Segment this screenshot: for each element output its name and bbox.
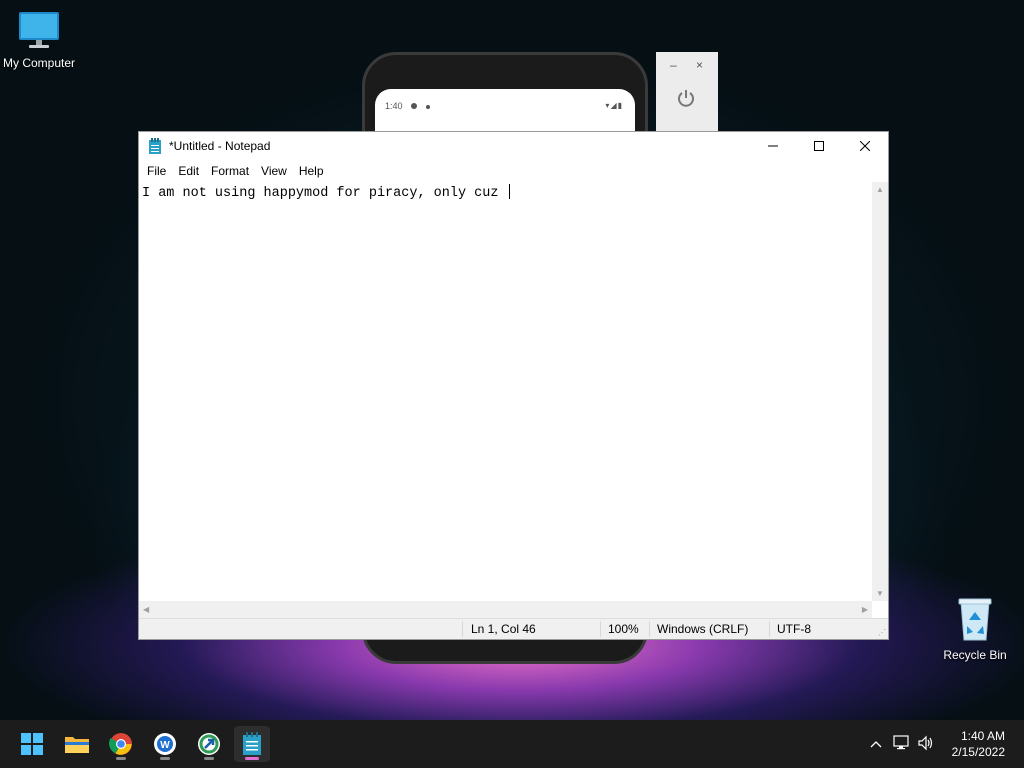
menu-help[interactable]: Help [293,164,330,178]
maximize-button[interactable] [796,132,842,160]
signal-battery-icon: ▾◢▮ [605,101,623,110]
taskbar-app-green[interactable] [191,726,227,762]
green-arrow-app-icon [198,733,220,755]
minimize-icon [768,145,778,147]
desktop-icon-my-computer[interactable]: My Computer [0,10,78,70]
emulator-minimize-button[interactable]: – [670,58,677,72]
power-icon[interactable] [676,88,696,108]
menu-view[interactable]: View [255,164,293,178]
status-cursor-position: Ln 1, Col 46 [471,622,536,636]
maximize-icon [814,141,824,151]
monitor-icon [19,12,59,48]
active-indicator [245,757,259,760]
editor-content: I am not using happymod for piracy, only… [142,186,507,201]
resize-grip-icon[interactable]: ⋰ [878,628,886,637]
taskbar-file-explorer[interactable] [59,726,95,762]
status-zoom: 100% [608,622,639,636]
taskbar-app-w[interactable]: W [147,726,183,762]
system-tray [866,720,938,768]
title-bar[interactable]: *Untitled - Notepad [139,132,888,160]
phone-status-time: 1:40 [385,101,403,111]
status-encoding: UTF-8 [777,622,811,636]
status-separator [600,621,601,637]
window-title: *Untitled - Notepad [169,139,271,153]
notepad-icon [149,138,161,154]
text-editor[interactable]: I am not using happymod for piracy, only… [139,182,872,601]
clock-time: 1:40 AM [960,729,1005,743]
close-button[interactable] [842,132,888,160]
taskbar-notepad[interactable] [234,726,270,762]
taskbar-chrome[interactable] [103,726,139,762]
menu-bar: File Edit Format View Help [139,160,888,182]
clock-date: 2/15/2022 [951,745,1005,759]
scroll-down-arrow-icon[interactable]: ▼ [876,589,884,598]
status-separator [462,621,463,637]
horizontal-scrollbar[interactable]: ◀ ▶ [139,601,872,619]
text-caret [508,184,510,199]
running-indicator [116,757,126,760]
running-indicator [160,757,170,760]
menu-edit[interactable]: Edit [172,164,205,178]
blue-w-app-icon: W [154,733,176,755]
scroll-left-arrow-icon[interactable]: ◀ [143,605,149,614]
status-separator [649,621,650,637]
running-indicator [204,757,214,760]
volume-icon[interactable] [914,735,938,754]
emulator-side-panel: – × [656,52,718,132]
folder-icon [65,737,89,753]
status-separator [769,621,770,637]
windows-logo-icon [21,733,43,755]
notepad-window[interactable]: *Untitled - Notepad File Edit Format Vie… [138,131,889,640]
desktop-icon-recycle-bin[interactable]: Recycle Bin [938,596,1012,662]
play-icon [425,105,430,109]
recycle-bin-icon [958,598,992,641]
status-bar: Ln 1, Col 46 100% Windows (CRLF) UTF-8 ⋰ [139,618,888,639]
menu-format[interactable]: Format [205,164,255,178]
vertical-scrollbar[interactable]: ▲ ▼ [872,182,888,601]
svg-text:W: W [160,740,170,751]
close-icon [860,141,870,151]
notepad-icon [243,732,261,755]
taskbar-clock[interactable]: 1:40 AM 2/15/2022 [952,728,1005,760]
start-button[interactable] [14,726,50,762]
menu-file[interactable]: File [141,164,172,178]
scroll-up-arrow-icon[interactable]: ▲ [876,185,884,194]
desktop-icon-label: My Computer [2,56,76,70]
desktop-icon-label: Recycle Bin [943,648,1007,662]
shield-icon [411,103,418,109]
taskbar: W 1:40 AM 2/15/2022 [0,720,1024,768]
show-hidden-icons-chevron-icon[interactable] [866,737,886,751]
minimize-button[interactable] [750,132,796,160]
scroll-right-arrow-icon[interactable]: ▶ [862,605,868,614]
emulator-close-button[interactable]: × [696,58,703,72]
status-line-ending: Windows (CRLF) [657,622,749,636]
phone-screen[interactable]: 1:40 ▾◢▮ [375,89,635,135]
network-icon[interactable] [890,734,914,754]
chrome-icon [109,733,132,755]
phone-status-bar: 1:40 [385,101,430,111]
